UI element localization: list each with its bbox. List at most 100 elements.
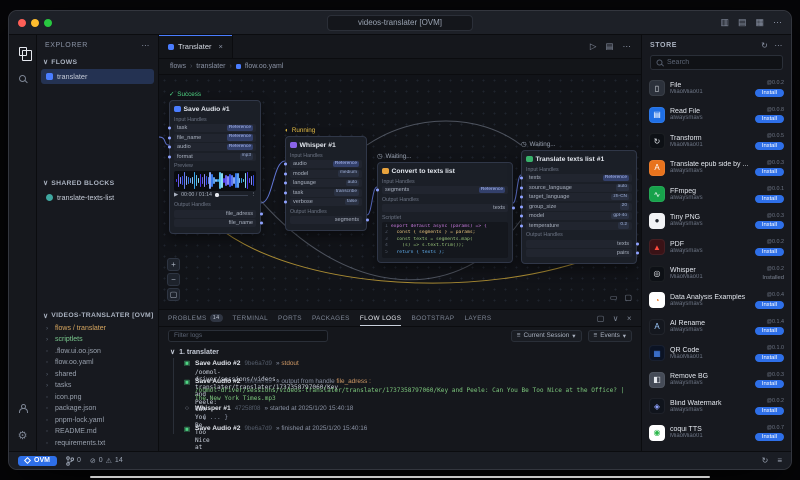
files-icon[interactable] bbox=[14, 43, 32, 61]
store-more-icon[interactable]: ⋯ bbox=[774, 41, 783, 50]
more-icon[interactable]: ⋯ bbox=[773, 17, 782, 28]
tree-file-item[interactable]: › flows / translater bbox=[37, 323, 158, 335]
flow-item-translater[interactable]: translater bbox=[41, 69, 154, 84]
node-card[interactable]: Translate texts list #1 Input Handles text… bbox=[519, 150, 639, 264]
filter-logs-input[interactable] bbox=[168, 329, 328, 342]
branch-indicator[interactable]: 0 bbox=[66, 455, 81, 466]
store-search-input[interactable] bbox=[667, 59, 777, 66]
scriptlet-code[interactable]: 1 export default async (params) => {2 con… bbox=[382, 222, 508, 259]
minimize-window-button[interactable] bbox=[31, 18, 39, 27]
tree-file-item[interactable]: ◦ pnpm-lock.yaml bbox=[37, 415, 158, 427]
store-item[interactable]: ▯ File MiaoMiao01 @0.0.2 Install bbox=[649, 75, 784, 102]
input-handle[interactable]: source_language auto bbox=[519, 183, 632, 192]
input-handle[interactable]: segments Reference bbox=[375, 186, 508, 194]
store-item[interactable]: ▦ QR Code MiaoMiao01 @0.1.0 Install bbox=[649, 340, 784, 367]
tree-file-item[interactable]: ◦ icon.png bbox=[37, 392, 158, 404]
tree-file-item[interactable]: ◦ README.md bbox=[37, 426, 158, 438]
run-flow-icon[interactable]: ▷ bbox=[590, 41, 597, 52]
install-button[interactable]: Install bbox=[754, 194, 784, 203]
panel-tab-terminal[interactable]: TERMINAL bbox=[233, 310, 269, 326]
shared-block-item[interactable]: translate-texts-list bbox=[41, 190, 154, 205]
breadcrumb[interactable]: flows › translater › flow.oo.yaml bbox=[159, 59, 641, 75]
node-card[interactable]: Convert to texts list Input Handles segmen… bbox=[375, 162, 515, 264]
flow-node[interactable]: ◷ Waiting... Translate texts list #1 Input … bbox=[519, 141, 639, 264]
minimap-icon[interactable]: ▭ bbox=[610, 293, 618, 302]
settings-gear-icon[interactable]: ⚙ bbox=[14, 427, 32, 443]
store-item[interactable]: ◎ Whisper MiaoMiao01 @0.0.2 Installed bbox=[649, 261, 784, 288]
install-button[interactable]: Install bbox=[754, 380, 784, 388]
log-row[interactable]: ○ Whisper #1 47258f08» started at 2025/1/2… bbox=[183, 404, 632, 415]
input-handle[interactable]: target_language zh-CN bbox=[519, 193, 632, 201]
panel-tab-layers[interactable]: LAYERS bbox=[464, 310, 491, 326]
editor-more-icon[interactable]: ⋯ bbox=[623, 41, 632, 52]
panel-tab-ports[interactable]: PORTS bbox=[278, 310, 302, 326]
input-handle[interactable]: temperature 0.2 bbox=[519, 221, 632, 230]
panel-tab-problems[interactable]: PROBLEMS 14 bbox=[168, 310, 223, 326]
toggle-panel-icon[interactable]: ▦ bbox=[755, 17, 764, 28]
input-handle[interactable]: group_size 20 bbox=[519, 202, 632, 211]
output-handle[interactable]: segments bbox=[290, 216, 369, 224]
split-editor-icon[interactable]: ▤ bbox=[605, 41, 613, 52]
input-handle[interactable]: verbose false bbox=[283, 198, 362, 206]
install-button[interactable]: Install bbox=[754, 353, 784, 362]
fit-view-button[interactable]: ▢ bbox=[167, 288, 180, 301]
install-button[interactable]: Install bbox=[754, 300, 784, 309]
output-handle[interactable]: texts bbox=[526, 239, 639, 248]
layout-grid-icon[interactable]: ▤ bbox=[738, 17, 747, 28]
breadcrumb-translater[interactable]: translater bbox=[196, 63, 225, 70]
store-item[interactable]: ↻ Transform MiaoMiao01 @0.0.5 Install bbox=[649, 128, 784, 155]
store-item[interactable]: ◔ Data Analysis Examples alwaysmavs @0.0.4 I… bbox=[649, 287, 784, 314]
store-item[interactable]: A Translate epub side by ... alwaysmavs @0.… bbox=[649, 155, 784, 182]
input-handle[interactable]: audio Reference bbox=[283, 160, 362, 168]
notifications-icon[interactable]: ≡ bbox=[777, 456, 782, 465]
store-item[interactable]: ◉ coqui TTS MiaoMiao01 @0.0.7 Install bbox=[649, 420, 784, 447]
output-handle[interactable]: file_adress bbox=[174, 209, 263, 218]
tree-file-item[interactable]: ◦ requirements.txt bbox=[37, 438, 158, 450]
close-tab-icon[interactable]: × bbox=[218, 42, 222, 51]
log-row[interactable]: ▣ Save Audio #2 9be6a7d9 » stdout bbox=[183, 358, 632, 369]
close-panel-icon[interactable]: × bbox=[627, 314, 632, 323]
zoom-window-button[interactable] bbox=[44, 18, 52, 27]
ovm-badge[interactable]: OVM bbox=[18, 455, 57, 466]
close-window-button[interactable] bbox=[18, 18, 26, 27]
search-icon[interactable] bbox=[14, 70, 32, 86]
tree-file-item[interactable]: › shared bbox=[37, 369, 158, 381]
store-item[interactable]: ▤ Read File alwaysmavs @0.0.8 Install bbox=[649, 102, 784, 129]
install-button[interactable]: Install bbox=[754, 406, 784, 415]
store-item[interactable]: ∿ FFmpeg alwaysmavs @0.0.1 Install bbox=[649, 181, 784, 208]
flow-node[interactable]: ◐ Running Whisper #1 Input Handles audio Refe… bbox=[283, 127, 369, 231]
input-handle[interactable]: task transcribe bbox=[283, 188, 362, 197]
section-project[interactable]: ∨ VIDEOS-TRANSLATER [OVM] bbox=[37, 309, 158, 323]
flow-canvas[interactable]: ✓ Success Save Audio #1 Input Handles task Re… bbox=[159, 75, 641, 309]
zoom-out-button[interactable]: − bbox=[167, 273, 180, 286]
section-flows[interactable]: ∨ FLOWS bbox=[37, 55, 158, 69]
breadcrumb-flows[interactable]: flows bbox=[170, 63, 186, 70]
sync-icon[interactable]: ↻ bbox=[762, 456, 769, 465]
input-handle[interactable]: task Reference bbox=[167, 124, 256, 132]
log-row[interactable]: ▣ Save Audio #2 9be6a7d9 » finished at 2025… bbox=[183, 423, 632, 434]
tree-file-item[interactable]: ◦ .flow.ui.oo.json bbox=[37, 346, 158, 358]
install-button[interactable]: Install bbox=[754, 168, 784, 176]
input-handle[interactable]: model medium bbox=[283, 169, 362, 178]
output-handle[interactable]: texts bbox=[382, 204, 515, 212]
breadcrumb-file[interactable]: flow.oo.yaml bbox=[245, 63, 284, 70]
section-shared-blocks[interactable]: ∨ SHARED BLOCKS bbox=[37, 176, 158, 190]
flow-node[interactable]: ◷ Waiting... Convert to texts list Input Ha… bbox=[375, 153, 515, 264]
input-handle[interactable]: format mp3 bbox=[167, 152, 256, 161]
log-tree-root[interactable]: ∨ 1. translater bbox=[170, 346, 632, 358]
explorer-more-icon[interactable]: ⋯ bbox=[141, 41, 150, 50]
install-button[interactable]: Install bbox=[754, 88, 784, 97]
collapse-panel-icon[interactable]: ∨ bbox=[613, 314, 619, 323]
window-title[interactable]: videos-translater [OVM] bbox=[326, 14, 474, 31]
zoom-in-button[interactable]: + bbox=[167, 258, 180, 271]
panel-tab-bootstrap[interactable]: BOOTSTRAP bbox=[411, 310, 454, 326]
play-icon[interactable]: ▶ bbox=[174, 192, 178, 198]
tab-translater[interactable]: Translater × bbox=[159, 35, 233, 58]
store-item[interactable]: ● Tiny PNG alwaysmavs @0.0.3 Install bbox=[649, 208, 784, 235]
output-handle[interactable]: pairs bbox=[526, 249, 639, 257]
panel-tab-packages[interactable]: PACKAGES bbox=[312, 310, 350, 326]
panel-tab-flow-logs[interactable]: FLOW LOGS bbox=[360, 310, 402, 326]
fullscreen-icon[interactable]: ▢ bbox=[624, 293, 632, 302]
input-handle[interactable]: file_name Reference bbox=[167, 133, 256, 142]
store-item[interactable]: ◈ Blind Watermark alwaysmavs @0.0.2 Install bbox=[649, 393, 784, 420]
